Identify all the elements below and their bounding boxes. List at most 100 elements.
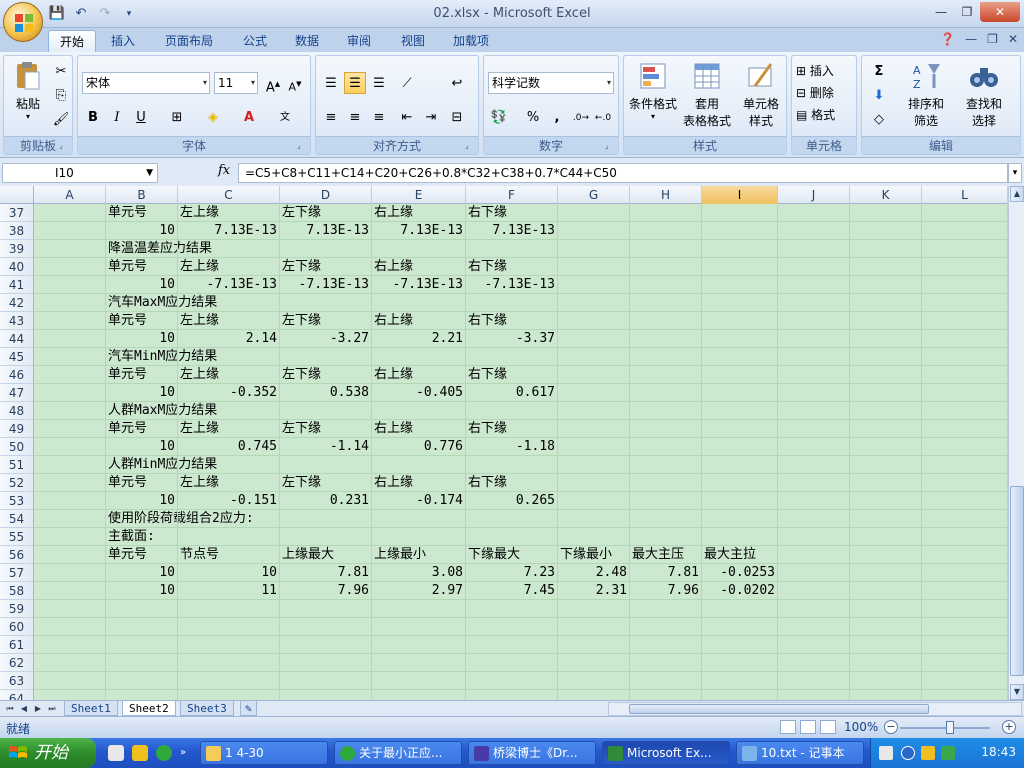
font-launcher-icon[interactable]: ⌟ [297, 141, 307, 151]
minimize-icon[interactable]: — [928, 2, 954, 22]
help-icon[interactable]: ❓ [940, 32, 955, 46]
row-header[interactable]: 47 [0, 384, 34, 402]
sheet-tab-sheet3[interactable]: Sheet3 [180, 701, 234, 716]
cell-c44[interactable]: 2.14 [178, 330, 280, 348]
qq-tray-icon[interactable] [921, 746, 935, 760]
cell-c43[interactable]: 左上缘 [178, 312, 280, 330]
horizontal-scrollbar[interactable] [608, 702, 1022, 716]
row-header[interactable]: 63 [0, 672, 34, 690]
font-size-combo[interactable]: 11 ▾ [214, 72, 258, 94]
cell-b54[interactable]: 使用阶段荷载组合2应力: [106, 510, 254, 528]
column-header-j[interactable]: J [778, 186, 850, 204]
cell-f50[interactable]: -1.18 [466, 438, 558, 456]
insert-sheet-icon[interactable]: ✎ [240, 701, 257, 716]
row-header[interactable]: 58 [0, 582, 34, 600]
taskbar-item-folder[interactable]: 1 4-30 [200, 741, 328, 765]
cell-e40[interactable]: 右上缘 [372, 258, 466, 276]
office-button[interactable] [3, 2, 43, 42]
cell-c57[interactable]: 10 [178, 564, 280, 582]
number-launcher-icon[interactable]: ⌟ [605, 141, 615, 151]
cell-e53[interactable]: -0.174 [372, 492, 466, 510]
cell-b51[interactable]: 人群MinM应力结果 [106, 456, 217, 474]
row-header[interactable]: 38 [0, 222, 34, 240]
cell-e38[interactable]: 7.13E-13 [372, 222, 466, 240]
zoom-in-icon[interactable]: + [1002, 720, 1016, 734]
cell-d57[interactable]: 7.81 [280, 564, 372, 582]
cell-f43[interactable]: 右下缘 [466, 312, 558, 330]
increase-decimal-icon[interactable]: .0→ [570, 106, 592, 128]
cell-e37[interactable]: 右上缘 [372, 204, 466, 222]
cell-b49[interactable]: 单元号 [106, 420, 178, 438]
clipboard-launcher-icon[interactable]: ⌟ [59, 141, 69, 151]
shrink-font-icon[interactable]: A▼ [284, 72, 306, 94]
cell-g58[interactable]: 2.31 [558, 582, 630, 600]
tab-review[interactable]: 审阅 [336, 30, 382, 52]
autosum-icon[interactable]: Σ [868, 60, 890, 82]
insert-cells-button[interactable]: ⊞ 插入 [796, 62, 856, 79]
last-sheet-icon[interactable]: ⏭ [46, 702, 58, 716]
restore-icon[interactable]: ❐ [954, 2, 980, 22]
cell-h56[interactable]: 最大主压 [630, 546, 702, 564]
cell-c40[interactable]: 左上缘 [178, 258, 280, 276]
italic-icon[interactable]: I [106, 106, 128, 128]
format-cells-button[interactable]: ▤ 格式 [796, 106, 856, 123]
column-header-e[interactable]: E [372, 186, 466, 204]
wrap-text-icon[interactable]: ↩ [446, 72, 468, 94]
clear-icon[interactable]: ◇ [868, 108, 890, 130]
column-header-a[interactable]: A [34, 186, 106, 204]
cell-e41[interactable]: -7.13E-13 [372, 276, 466, 294]
taskbar-item-browser[interactable]: 关于最小正应... [334, 741, 462, 765]
doc-close-icon[interactable]: ✕ [1008, 32, 1018, 46]
cell-d46[interactable]: 左下缘 [280, 366, 372, 384]
tab-insert[interactable]: 插入 [100, 30, 146, 52]
security-tray-icon[interactable] [941, 746, 955, 760]
cell-f57[interactable]: 7.23 [466, 564, 558, 582]
column-header-d[interactable]: D [280, 186, 372, 204]
align-left-icon[interactable]: ≡ [320, 106, 342, 128]
cell-b57[interactable]: 10 [106, 564, 178, 582]
quicklaunch-mail-icon[interactable] [108, 745, 124, 761]
cell-f38[interactable]: 7.13E-13 [466, 222, 558, 240]
cell-b56[interactable]: 单元号 [106, 546, 178, 564]
cell-d50[interactable]: -1.14 [280, 438, 372, 456]
cell-g56[interactable]: 下缘最小 [558, 546, 630, 564]
cell-f44[interactable]: -3.37 [466, 330, 558, 348]
formula-input[interactable]: =C5+C8+C11+C14+C20+C26+0.8*C32+C38+0.7*C… [238, 163, 1008, 183]
tab-data[interactable]: 数据 [284, 30, 330, 52]
tab-page-layout[interactable]: 页面布局 [154, 30, 224, 52]
row-header[interactable]: 42 [0, 294, 34, 312]
doc-minimize-icon[interactable]: — [965, 32, 977, 46]
cell-b42[interactable]: 汽车MaxM应力结果 [106, 294, 217, 312]
cell-styles-button[interactable]: 单元格 样式 [734, 60, 788, 129]
cell-d43[interactable]: 左下缘 [280, 312, 372, 330]
quicklaunch-qq-icon[interactable] [132, 745, 148, 761]
fill-color-icon[interactable]: ◈ [202, 106, 224, 128]
cell-b48[interactable]: 人群MaxM应力结果 [106, 402, 217, 420]
row-header[interactable]: 49 [0, 420, 34, 438]
quicklaunch-more-icon[interactable]: » [180, 745, 196, 761]
number-format-combo[interactable]: 科学记数 ▾ [488, 72, 614, 94]
cell-b52[interactable]: 单元号 [106, 474, 178, 492]
column-header-i[interactable]: I [702, 186, 778, 204]
increase-indent-icon[interactable]: ⇥ [420, 106, 442, 128]
cell-i56[interactable]: 最大主拉 [702, 546, 778, 564]
cell-e58[interactable]: 2.97 [372, 582, 466, 600]
cell-e44[interactable]: 2.21 [372, 330, 466, 348]
fill-icon[interactable]: ⬇ [868, 84, 890, 106]
cell-b53[interactable]: 10 [106, 492, 178, 510]
cell-c38[interactable]: 7.13E-13 [178, 222, 280, 240]
cell-d56[interactable]: 上缘最大 [280, 546, 372, 564]
row-header[interactable]: 56 [0, 546, 34, 564]
font-name-combo[interactable]: 宋体 ▾ [82, 72, 210, 94]
cell-d41[interactable]: -7.13E-13 [280, 276, 372, 294]
borders-icon[interactable]: ⊞ [166, 106, 188, 128]
cell-g57[interactable]: 2.48 [558, 564, 630, 582]
comma-style-icon[interactable]: , [546, 106, 568, 128]
worksheet-grid[interactable]: ABCDEFGHIJKL 37 单元号 左上缘 左下缘 右上缘 右下缘 38 10 7.13E-… [0, 186, 1008, 700]
cell-f53[interactable]: 0.265 [466, 492, 558, 510]
cell-d47[interactable]: 0.538 [280, 384, 372, 402]
phonetic-icon[interactable]: 文 [274, 106, 296, 128]
zoom-slider[interactable] [900, 727, 990, 729]
cell-f40[interactable]: 右下缘 [466, 258, 558, 276]
cell-e57[interactable]: 3.08 [372, 564, 466, 582]
